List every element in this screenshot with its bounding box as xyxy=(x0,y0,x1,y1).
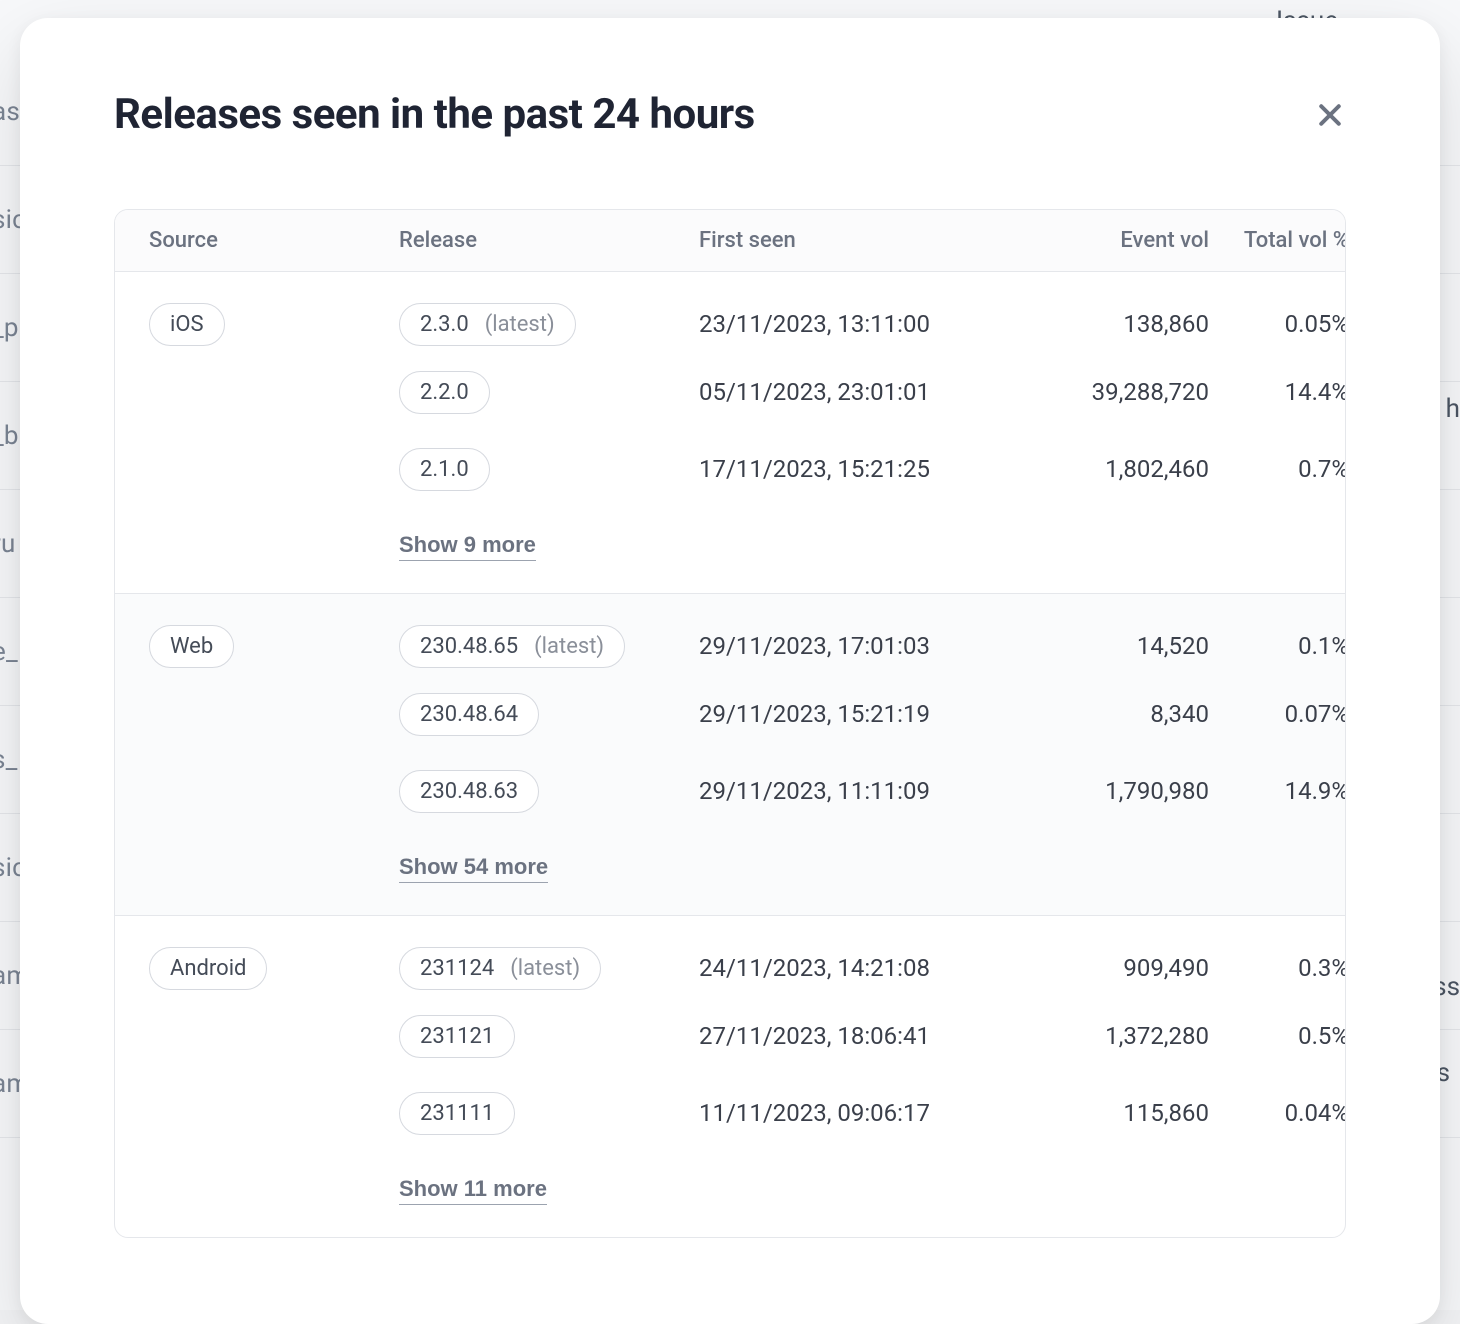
show-more-button[interactable]: Show 11 more xyxy=(399,1176,547,1205)
release-pill[interactable]: 2.1.0 xyxy=(399,448,490,491)
source-pill[interactable]: iOS xyxy=(149,303,225,346)
release-version: 230.48.65 xyxy=(420,634,518,659)
release-pill[interactable]: 2.3.0 (latest) xyxy=(399,303,576,346)
total-vol-cell: 0.05% xyxy=(1209,310,1346,338)
release-pill[interactable]: 231121 xyxy=(399,1015,515,1058)
event-vol-cell: 115,860 xyxy=(1029,1099,1209,1127)
show-more-button[interactable]: Show 54 more xyxy=(399,854,548,883)
release-pill[interactable]: 230.48.63 xyxy=(399,770,539,813)
first-seen-cell: 05/11/2023, 23:01:01 xyxy=(699,378,1029,406)
release-pill[interactable]: 231124 (latest) xyxy=(399,947,601,990)
release-version: 230.48.64 xyxy=(420,702,518,727)
first-seen-cell: 29/11/2023, 15:21:19 xyxy=(699,700,1029,728)
total-vol-cell: 14.4% xyxy=(1209,378,1346,406)
event-vol-cell: 14,520 xyxy=(1029,632,1209,660)
release-pill[interactable]: 230.48.65 (latest) xyxy=(399,625,625,668)
col-event-vol: Event vol xyxy=(1029,228,1209,253)
show-more-button[interactable]: Show 9 more xyxy=(399,532,536,561)
release-version: 231124 xyxy=(420,956,494,981)
first-seen-cell: 11/11/2023, 09:06:17 xyxy=(699,1099,1029,1127)
source-pill[interactable]: Web xyxy=(149,625,234,668)
latest-badge: (latest) xyxy=(485,312,555,337)
event-vol-cell: 138,860 xyxy=(1029,310,1209,338)
col-source: Source xyxy=(149,228,399,253)
latest-badge: (latest) xyxy=(534,634,604,659)
table-row: iOS 2.3.0 (latest) 23/11/2023, 13:11:00138,… xyxy=(149,272,1311,352)
first-seen-cell: 17/11/2023, 15:21:25 xyxy=(699,455,1029,483)
release-version: 2.3.0 xyxy=(420,312,469,337)
table-row: Android 231124 (latest) 24/11/2023, 14:21:0… xyxy=(149,916,1311,996)
latest-badge: (latest) xyxy=(510,956,580,981)
first-seen-cell: 27/11/2023, 18:06:41 xyxy=(699,1022,1029,1050)
table-row: 230.48.6329/11/2023, 11:11:091,790,98014… xyxy=(149,754,1311,834)
total-vol-cell: 0.5% xyxy=(1209,1022,1346,1050)
release-version: 2.1.0 xyxy=(420,457,469,482)
event-vol-cell: 1,372,280 xyxy=(1029,1022,1209,1050)
table-row: 23112127/11/2023, 18:06:411,372,2800.5% xyxy=(149,996,1311,1076)
source-pill[interactable]: Android xyxy=(149,947,267,990)
total-vol-cell: 0.3% xyxy=(1209,954,1346,982)
release-pill[interactable]: 231111 xyxy=(399,1092,515,1135)
event-vol-cell: 8,340 xyxy=(1029,700,1209,728)
release-version: 231121 xyxy=(420,1024,494,1049)
col-total-vol: Total vol % xyxy=(1209,228,1346,253)
releases-table: Source Release First seen Event vol Tota… xyxy=(114,209,1346,1238)
release-group: Web 230.48.65 (latest) 29/11/2023, 17:01:03… xyxy=(115,594,1345,916)
table-row: Web 230.48.65 (latest) 29/11/2023, 17:01:03… xyxy=(149,594,1311,674)
table-row: 2.1.017/11/2023, 15:21:251,802,4600.7% xyxy=(149,432,1311,512)
close-button[interactable] xyxy=(1306,92,1354,140)
total-vol-cell: 0.1% xyxy=(1209,632,1346,660)
first-seen-cell: 29/11/2023, 11:11:09 xyxy=(699,777,1029,805)
table-row: 23111111/11/2023, 09:06:17115,8600.04% xyxy=(149,1076,1311,1156)
event-vol-cell: 1,790,980 xyxy=(1029,777,1209,805)
event-vol-cell: 39,288,720 xyxy=(1029,378,1209,406)
event-vol-cell: 909,490 xyxy=(1029,954,1209,982)
releases-modal: Releases seen in the past 24 hours Sourc… xyxy=(20,18,1440,1324)
col-release: Release xyxy=(399,228,699,253)
release-pill[interactable]: 230.48.64 xyxy=(399,693,539,736)
total-vol-cell: 0.7% xyxy=(1209,455,1346,483)
first-seen-cell: 23/11/2023, 13:11:00 xyxy=(699,310,1029,338)
release-group: Android 231124 (latest) 24/11/2023, 14:21:0… xyxy=(115,916,1345,1237)
table-row: 2.2.005/11/2023, 23:01:0139,288,72014.4% xyxy=(149,352,1311,432)
first-seen-cell: 29/11/2023, 17:01:03 xyxy=(699,632,1029,660)
release-pill[interactable]: 2.2.0 xyxy=(399,371,490,414)
release-version: 230.48.63 xyxy=(420,779,518,804)
modal-overlay: Releases seen in the past 24 hours Sourc… xyxy=(0,0,1460,1310)
table-header-row: Source Release First seen Event vol Tota… xyxy=(115,210,1345,272)
col-first-seen: First seen xyxy=(699,228,1029,253)
modal-title: Releases seen in the past 24 hours xyxy=(114,90,1346,139)
table-row: 230.48.6429/11/2023, 15:21:198,3400.07% xyxy=(149,674,1311,754)
total-vol-cell: 0.07% xyxy=(1209,700,1346,728)
total-vol-cell: 0.04% xyxy=(1209,1099,1346,1127)
first-seen-cell: 24/11/2023, 14:21:08 xyxy=(699,954,1029,982)
release-version: 231111 xyxy=(420,1101,494,1126)
total-vol-cell: 14.9% xyxy=(1209,777,1346,805)
release-version: 2.2.0 xyxy=(420,380,469,405)
close-icon xyxy=(1315,100,1345,133)
release-group: iOS 2.3.0 (latest) 23/11/2023, 13:11:00138,… xyxy=(115,272,1345,594)
event-vol-cell: 1,802,460 xyxy=(1029,455,1209,483)
